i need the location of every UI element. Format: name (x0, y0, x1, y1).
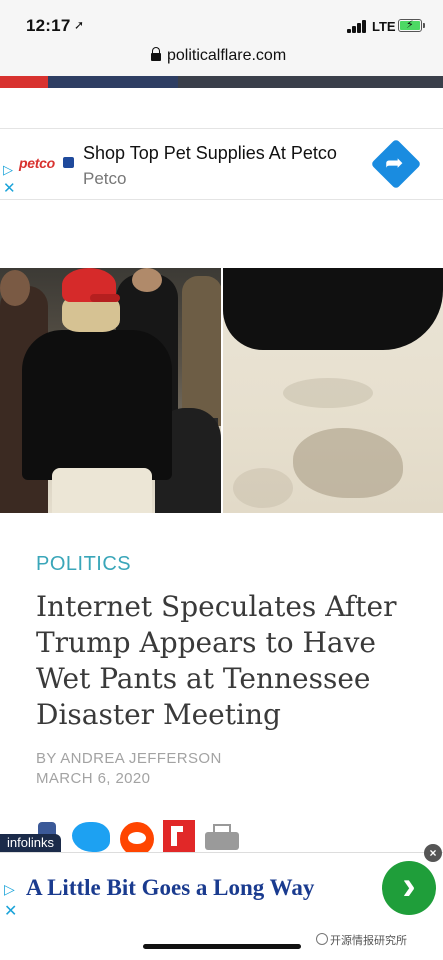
article-byline: BY ANDREA JEFFERSON (36, 750, 222, 767)
watermark-text: 开源情报研究所 (330, 935, 407, 947)
bottom-ad-headline[interactable]: A Little Bit Goes a Long Way (26, 875, 314, 901)
status-bar: 12:17 ➚ LTE ⚡ (0, 0, 443, 40)
site-header-band (0, 76, 443, 88)
url-text[interactable]: politicalflare.com (167, 47, 286, 65)
network-type: LTE (372, 19, 396, 34)
status-time: 12:17 (26, 16, 71, 35)
petco-logo-mark (63, 157, 74, 168)
battery-nub (423, 23, 425, 28)
ad-headline[interactable]: Shop Top Pet Supplies At Petco (83, 143, 337, 164)
bottom-ad-banner[interactable]: × ▷ ✕ A Little Bit Goes a Long Way › (0, 844, 443, 922)
adchoices-icon[interactable]: ▷ (4, 881, 15, 898)
location-arrow-icon: ➚ (74, 18, 85, 32)
hero-photo-left (0, 268, 221, 513)
signal-strength-icon (347, 20, 369, 33)
ad-close-icon[interactable]: ✕ (4, 901, 17, 921)
home-indicator[interactable] (143, 944, 301, 949)
article-title: Internet Speculates After Trump Appears … (36, 590, 397, 731)
infolinks-label[interactable]: infolinks (0, 834, 61, 852)
article-category[interactable]: POLITICS (36, 553, 131, 576)
ad-directions-button[interactable]: ➦ (370, 138, 422, 190)
address-bar[interactable]: politicalflare.com (0, 40, 443, 76)
adchoices-icon[interactable]: ▷ (3, 162, 13, 178)
turn-right-arrow-icon: ➦ (385, 150, 404, 175)
chevron-right-icon[interactable]: › (382, 861, 436, 915)
battery-icon: ⚡ (398, 19, 422, 32)
top-ad-banner[interactable]: ▷ ✕ petco Shop Top Pet Supplies At Petco… (0, 128, 443, 200)
twitter-icon[interactable] (72, 822, 110, 852)
charging-bolt-icon: ⚡ (406, 19, 414, 31)
ad-advertiser: Petco (83, 169, 127, 188)
article-date: MARCH 6, 2020 (36, 770, 151, 787)
article-hero-image (0, 268, 443, 513)
reddit-icon[interactable] (120, 822, 154, 856)
lock-icon (151, 47, 161, 62)
share-bar: infolinks (0, 818, 443, 856)
ad-close-icon[interactable]: ✕ (3, 179, 16, 197)
hero-photo-right-closeup (223, 268, 443, 513)
dismiss-ad-icon[interactable]: × (424, 844, 442, 862)
print-icon[interactable] (205, 824, 239, 852)
flipboard-icon[interactable] (163, 820, 195, 852)
wechat-watermark-icon (316, 933, 328, 945)
petco-logo: petco (19, 155, 55, 171)
